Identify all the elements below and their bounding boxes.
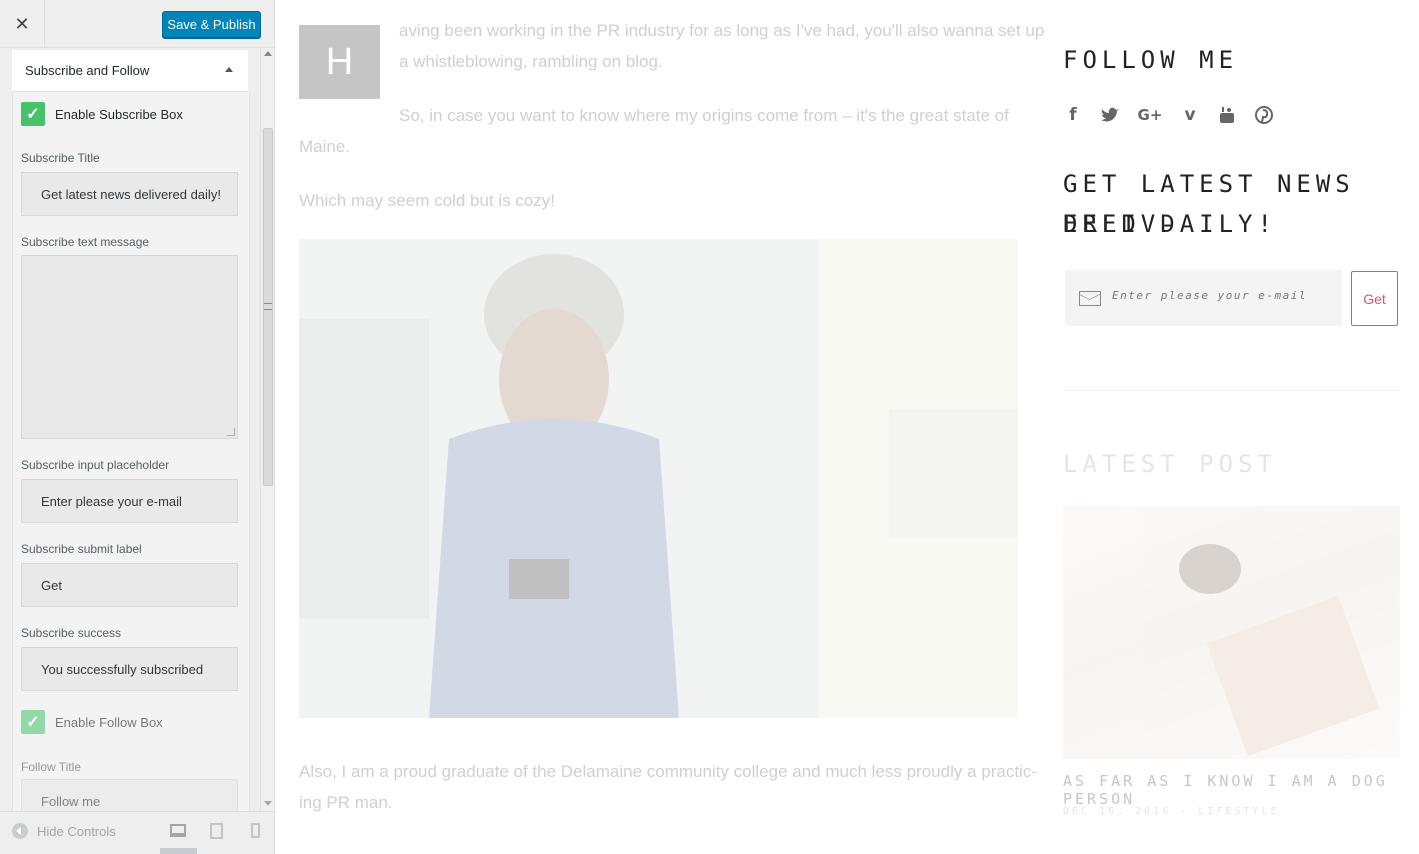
subscribe-text-textarea[interactable] (21, 255, 238, 439)
follow-title-label: Follow Title (21, 760, 82, 774)
pinterest-icon[interactable] (1254, 104, 1274, 126)
vimeo-icon[interactable]: v (1180, 104, 1200, 126)
subscribe-success-label: Subscribe success (21, 626, 122, 640)
desktop-preview-icon[interactable] (170, 824, 186, 837)
enable-subscribe-label: Enable Subscribe Box (55, 106, 183, 122)
section-title: Subscribe and Follow (25, 63, 150, 78)
google-plus-icon[interactable]: G+ (1137, 104, 1163, 126)
paragraph-2-line-1: So, in case you want to know where my or… (399, 106, 1009, 125)
paragraph-1-line-1: aving been working in the PR industry fo… (399, 21, 1045, 40)
subscribe-text-label: Subscribe text message (21, 235, 150, 249)
hide-controls-label: Hide Controls (37, 823, 116, 839)
collapse-arrow-icon[interactable] (225, 67, 233, 72)
enable-follow-label: Enable Follow Box (55, 714, 163, 730)
book-shape (1206, 595, 1380, 757)
hide-controls-button[interactable]: Hide Controls (12, 823, 116, 839)
customizer-footer: Hide Controls (0, 811, 274, 854)
blog-sidebar: FOLLOW ME f G+ v GET LATEST NEWS DELIV- … (1063, 0, 1419, 854)
active-device-indicator (160, 848, 197, 854)
save-publish-button[interactable]: Save & Publish (162, 11, 261, 38)
resize-grip-icon[interactable] (227, 428, 235, 436)
collapse-icon (12, 823, 28, 839)
enable-follow-checkbox-row[interactable]: ✓ Enable Follow Box (21, 710, 163, 734)
follow-title-input[interactable]: Follow me (21, 779, 238, 811)
paragraph-4-line-2: ing PR man. (299, 793, 393, 812)
latest-post-heading[interactable]: AS FAR AS I KNOW I AM A DOG PERSON (1063, 772, 1419, 808)
subscribe-placeholder-input[interactable]: Enter please your e-mail (21, 479, 238, 523)
social-icons: f G+ v (1063, 104, 1291, 126)
subscribe-email-field[interactable]: Enter please your e-mail (1065, 270, 1342, 326)
customizer-sidebar: ✕ Save & Publish Subscribe and Follow ✓ … (0, 0, 275, 854)
tablet-preview-icon[interactable] (210, 823, 223, 839)
twitter-icon[interactable] (1100, 104, 1120, 126)
post-photo (299, 239, 1018, 718)
email-placeholder: Enter please your e-mail (1112, 289, 1307, 302)
latest-post-image[interactable] (1063, 506, 1400, 759)
follow-me-title: FOLLOW ME (1063, 46, 1239, 74)
facebook-icon[interactable]: f (1063, 104, 1083, 126)
subscribe-get-button[interactable]: Get (1351, 271, 1398, 326)
subscribe-title-label: Subscribe Title (21, 151, 100, 165)
mobile-preview-icon[interactable] (251, 823, 260, 838)
subscribe-title-input[interactable]: Get latest news delivered daily! (21, 172, 238, 216)
section-header-subscribe-follow[interactable]: Subscribe and Follow (12, 50, 248, 92)
site-preview: H aving been working in the PR industry … (275, 0, 1419, 854)
scroll-down-arrow-icon[interactable] (264, 801, 272, 806)
news-title-line-2: ERED DAILY! (1063, 210, 1277, 238)
enable-follow-checkbox[interactable]: ✓ (21, 710, 45, 734)
controls-panel: Subscribe and Follow ✓ Enable Subscribe … (0, 48, 260, 811)
scroll-up-arrow-icon[interactable] (264, 51, 272, 56)
customizer-header: ✕ Save & Publish (0, 0, 274, 48)
subscribe-submit-input[interactable]: Get (21, 563, 238, 607)
enable-subscribe-checkbox[interactable]: ✓ (21, 102, 45, 126)
youtube-icon[interactable] (1217, 104, 1237, 126)
panel-scrollbar[interactable] (260, 48, 274, 811)
subscribe-submit-label: Subscribe submit label (21, 542, 142, 556)
subscribe-success-input[interactable]: You successfully subscribed (21, 647, 238, 691)
paragraph-4-line-1: Also, I am a proud graduate of the Delam… (299, 762, 1037, 781)
paragraph-1-line-2: a whistleblowing, rambling on blog. (399, 52, 663, 71)
paragraph-3: Which may seem cold but is cozy! (299, 191, 556, 210)
coffee-cup-shape (1179, 544, 1241, 594)
subscribe-placeholder-label: Subscribe input placeholder (21, 458, 170, 472)
dropcap: H (299, 25, 380, 99)
close-button[interactable]: ✕ (0, 0, 45, 48)
paragraph-2-line-2: Maine. (299, 137, 351, 156)
latest-post-title: LATEST POST (1063, 450, 1277, 478)
latest-post-meta: DEC 16, 2016 · LIFESTYLE (1063, 806, 1280, 817)
man-with-phone-illustration (299, 239, 1018, 718)
mail-icon (1079, 291, 1101, 306)
scrollbar-grip-icon (264, 303, 272, 310)
enable-subscribe-checkbox-row[interactable]: ✓ Enable Subscribe Box (21, 102, 183, 126)
widget-divider (1063, 390, 1399, 391)
